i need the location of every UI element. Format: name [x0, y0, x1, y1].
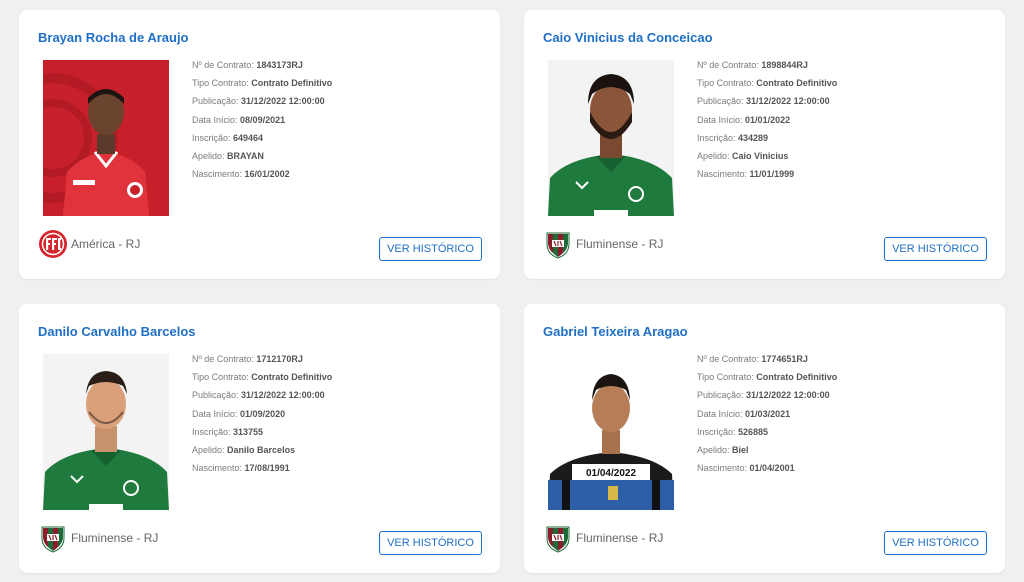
registration-row: Inscrição: 649464 — [192, 132, 264, 143]
contract-info: Nº de Contrato: 1898844RJ Tipo Contrato:… — [697, 56, 837, 183]
contract-type-row: Tipo Contrato: Contrato Definitivo — [192, 78, 333, 89]
contract-type-row: Tipo Contrato: Contrato Definitivo — [697, 372, 838, 383]
player-photo: 01/04/2022 — [548, 354, 674, 510]
contract-number-row: Nº de Contrato: 1774651RJ — [697, 354, 808, 364]
birthdate-row: Nascimento: 16/01/2002 — [192, 169, 290, 180]
publication-row: Publicação: 31/12/2022 12:00:00 — [192, 96, 325, 107]
player-name: Caio Vinicius da Conceicao — [543, 30, 713, 45]
start-date-row: Data Início: 01/01/2022 — [697, 114, 791, 125]
birthdate-row: Nascimento: 01/04/2001 — [697, 463, 795, 474]
view-history-button[interactable]: VER HISTÓRICO — [884, 531, 987, 555]
club: América - RJ — [38, 229, 140, 259]
start-date-row: Data Início: 01/03/2021 — [697, 408, 791, 419]
player-photo — [43, 354, 169, 510]
player-name: Danilo Carvalho Barcelos — [38, 324, 196, 339]
view-history-button[interactable]: VER HISTÓRICO — [884, 237, 987, 261]
america-crest-icon — [39, 230, 67, 258]
player-card: Gabriel Teixeira Aragao 01/04/2022 Nº de… — [524, 304, 1005, 573]
contract-type-row: Tipo Contrato: Contrato Definitivo — [192, 372, 333, 383]
player-photo — [548, 60, 674, 216]
birthdate-row: Nascimento: 11/01/1999 — [697, 169, 795, 180]
nickname-row: Apelido: Caio Vinicius — [697, 151, 789, 162]
nickname-row: Apelido: Biel — [697, 445, 749, 456]
registration-row: Inscrição: 313755 — [192, 426, 264, 437]
contract-info: Nº de Contrato: 1843173RJ Tipo Contrato:… — [192, 56, 332, 183]
club-name: América - RJ — [71, 237, 141, 251]
contract-number-row: Nº de Contrato: 1712170RJ — [192, 354, 303, 364]
club: Fluminense - RJ — [543, 523, 663, 553]
view-history-button[interactable]: VER HISTÓRICO — [379, 531, 482, 555]
registration-row: Inscrição: 526885 — [697, 426, 769, 437]
view-history-button[interactable]: VER HISTÓRICO — [379, 237, 482, 261]
contract-number-row: Nº de Contrato: 1843173RJ — [192, 60, 303, 70]
player-card: Danilo Carvalho Barcelos Nº de Contrato:… — [19, 304, 500, 573]
player-name: Brayan Rocha de Araujo — [38, 30, 189, 45]
contract-info: Nº de Contrato: 1774651RJ Tipo Contrato:… — [697, 350, 837, 477]
player-card: Brayan Rocha de Araujo Nº de Contrato: 1… — [19, 10, 500, 279]
club-name: Fluminense - RJ — [71, 531, 159, 545]
fluminense-crest-icon — [546, 526, 570, 553]
contract-number-row: Nº de Contrato: 1898844RJ — [697, 60, 808, 70]
player-photo — [43, 60, 169, 216]
publication-row: Publicação: 31/12/2022 12:00:00 — [697, 96, 830, 107]
club-name: Fluminense - RJ — [576, 237, 664, 251]
nickname-row: Apelido: BRAYAN — [192, 151, 264, 162]
start-date-row: Data Início: 08/09/2021 — [192, 114, 286, 125]
fluminense-crest-icon — [546, 232, 570, 259]
club: Fluminense - RJ — [543, 229, 663, 259]
contract-type-row: Tipo Contrato: Contrato Definitivo — [697, 78, 838, 89]
club: Fluminense - RJ — [38, 523, 158, 553]
birthdate-row: Nascimento: 17/08/1991 — [192, 463, 290, 474]
photo-caption: 01/04/2022 — [586, 468, 636, 479]
registration-row: Inscrição: 434289 — [697, 132, 769, 143]
nickname-row: Apelido: Danilo Barcelos — [192, 445, 296, 456]
start-date-row: Data Início: 01/09/2020 — [192, 408, 286, 419]
publication-row: Publicação: 31/12/2022 12:00:00 — [697, 390, 830, 401]
player-card: Caio Vinicius da Conceicao Nº de Contrat… — [524, 10, 1005, 279]
contract-info: Nº de Contrato: 1712170RJ Tipo Contrato:… — [192, 350, 332, 477]
player-name: Gabriel Teixeira Aragao — [543, 324, 688, 339]
club-name: Fluminense - RJ — [576, 531, 664, 545]
fluminense-crest-icon — [41, 526, 65, 553]
publication-row: Publicação: 31/12/2022 12:00:00 — [192, 390, 325, 401]
